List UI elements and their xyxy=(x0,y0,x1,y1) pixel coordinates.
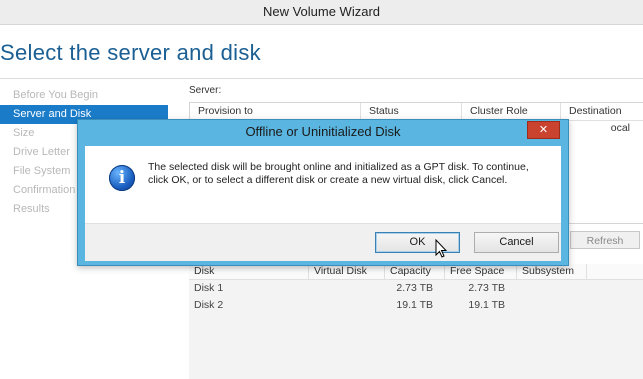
page-title: Select the server and disk xyxy=(0,40,261,65)
column-header-status[interactable]: Status xyxy=(361,103,462,120)
destination-value: ocal xyxy=(610,122,630,134)
window-title: New Volume Wizard xyxy=(262,4,381,19)
mouse-cursor-icon xyxy=(435,239,448,258)
disk-name: Disk 2 xyxy=(194,299,224,311)
step-before-you-begin[interactable]: Before You Begin xyxy=(0,86,168,105)
column-header-subsystem[interactable]: Subsystem xyxy=(517,264,587,279)
column-header-cluster-role[interactable]: Cluster Role xyxy=(462,103,561,120)
virtual-disk xyxy=(309,297,385,314)
free-space: 2.73 TB xyxy=(468,282,505,294)
dialog-title: Offline or Uninitialized Disk xyxy=(245,124,401,139)
disk-table[interactable]: Disk Virtual Disk Capacity Free Space Su… xyxy=(189,264,643,379)
table-row[interactable]: Disk 2 19.1 TB 19.1 TB xyxy=(189,297,643,314)
column-header-destination[interactable]: Destination xyxy=(561,103,643,120)
column-header-capacity[interactable]: Capacity xyxy=(385,264,445,279)
info-icon: i xyxy=(109,165,135,191)
virtual-disk xyxy=(309,280,385,297)
free-space: 19.1 TB xyxy=(468,299,505,311)
subsystem xyxy=(517,280,587,297)
close-icon[interactable]: ✕ xyxy=(527,121,560,139)
offline-disk-dialog: Offline or Uninitialized Disk ✕ i The se… xyxy=(77,119,569,266)
dialog-body: i The selected disk will be brought onli… xyxy=(85,146,561,223)
column-header-free-space[interactable]: Free Space xyxy=(445,264,517,279)
disk-name: Disk 1 xyxy=(194,282,224,294)
capacity: 2.73 TB xyxy=(396,282,433,294)
subsystem xyxy=(517,297,587,314)
column-header-provision-to[interactable]: Provision to xyxy=(190,103,361,120)
refresh-button[interactable]: Refresh xyxy=(570,231,640,249)
column-header-virtual-disk[interactable]: Virtual Disk xyxy=(309,264,385,279)
window-titlebar: New Volume Wizard xyxy=(0,0,643,25)
capacity: 19.1 TB xyxy=(396,299,433,311)
cancel-button[interactable]: Cancel xyxy=(474,232,559,253)
divider xyxy=(0,78,643,79)
server-label: Server: xyxy=(189,85,222,96)
dialog-footer: OK Cancel xyxy=(85,223,561,261)
dialog-message: The selected disk will be brought online… xyxy=(148,161,529,186)
disk-table-header: Disk Virtual Disk Capacity Free Space Su… xyxy=(189,264,643,280)
column-header-disk[interactable]: Disk xyxy=(189,264,309,279)
table-row[interactable]: Disk 1 2.73 TB 2.73 TB xyxy=(189,280,643,297)
